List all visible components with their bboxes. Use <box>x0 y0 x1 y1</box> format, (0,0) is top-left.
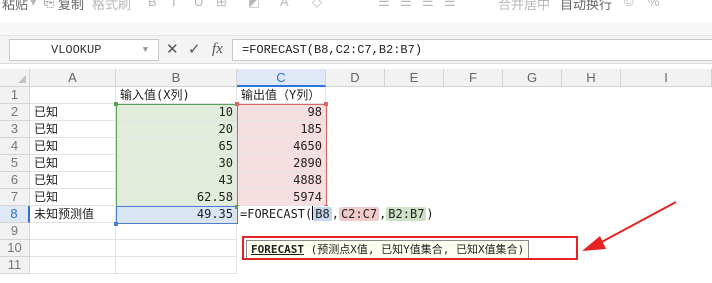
row-header-11[interactable]: 11 <box>0 257 30 274</box>
cell-b1[interactable]: 输入值(X列) <box>116 87 237 104</box>
cell-a4[interactable]: 已知 <box>30 138 116 155</box>
merge-center-button[interactable]: 合并居中 <box>498 0 550 13</box>
column-header-g[interactable]: G <box>503 69 562 87</box>
cell-c3[interactable]: 185 <box>237 121 326 138</box>
cell-b7[interactable]: 62.58 <box>116 189 237 206</box>
cell-c8-editor[interactable]: =FORECAST(B8, C2:C7, B2:B7) <box>238 206 436 223</box>
fill-color-icon[interactable]: ◩ <box>248 0 260 10</box>
cell-c6[interactable]: 4888 <box>237 172 326 189</box>
range-handle[interactable] <box>235 102 239 106</box>
cell-c1[interactable]: 输出值（Y列） <box>237 87 326 104</box>
row-header-8[interactable]: 8 <box>0 206 30 223</box>
cell-b2[interactable]: 10 <box>116 104 237 121</box>
font-color-icon[interactable]: A <box>280 0 289 9</box>
row-header-5[interactable]: 5 <box>0 155 30 172</box>
cell-b4[interactable]: 65 <box>116 138 237 155</box>
cell-a3[interactable]: 已知 <box>30 121 116 138</box>
spreadsheet-grid: A B C D E F G H I 1 2 3 4 5 6 7 8 9 10 1… <box>0 69 712 283</box>
cell-b5[interactable]: 30 <box>116 155 237 172</box>
align-center-icon[interactable]: ☰ <box>400 0 412 10</box>
formula-input[interactable]: =FORECAST(B8,C2:C7,B2:B7) <box>232 39 712 61</box>
copy-icon[interactable]: ⎘ <box>44 0 54 10</box>
name-box[interactable]: VLOOKUP ▼ <box>9 39 159 61</box>
format-painter-button[interactable]: 格式刷 <box>92 0 131 13</box>
cell-a11[interactable] <box>30 257 116 274</box>
bold-icon[interactable]: B <box>148 0 157 9</box>
cell-c5[interactable]: 2890 <box>237 155 326 172</box>
select-all-icon <box>18 75 26 83</box>
currency-icon[interactable]: © <box>624 0 634 9</box>
column-header-c[interactable]: C <box>237 69 326 87</box>
underline-icon[interactable]: U <box>194 0 203 9</box>
cell-a2[interactable]: 已知 <box>30 104 116 121</box>
cell-b11[interactable] <box>116 257 237 274</box>
align-left-icon[interactable]: ☰ <box>378 0 390 10</box>
range-handle[interactable] <box>114 222 118 226</box>
callout-box <box>242 236 578 260</box>
fx-icon[interactable]: fx <box>212 41 223 58</box>
row-header-2[interactable]: 2 <box>0 104 30 121</box>
row-header-3[interactable]: 3 <box>0 121 30 138</box>
copy-button[interactable]: 复制 <box>58 0 84 13</box>
cell-c4[interactable]: 4650 <box>237 138 326 155</box>
paste-dropdown-icon[interactable]: ▾ <box>30 0 37 10</box>
percent-button[interactable]: % <box>648 0 660 9</box>
border-icon[interactable]: ⊞ <box>216 0 227 10</box>
cell-b3[interactable]: 20 <box>116 121 237 138</box>
editor-separator: , <box>331 207 339 221</box>
justify-icon[interactable]: ☰ <box>444 0 456 10</box>
cell-a5[interactable]: 已知 <box>30 155 116 172</box>
cell-a1[interactable] <box>30 87 116 104</box>
name-box-value: VLOOKUP <box>51 43 102 57</box>
column-header-b[interactable]: B <box>116 69 237 87</box>
range-handle[interactable] <box>324 102 328 106</box>
paste-button[interactable]: 粘贴 <box>2 0 28 13</box>
ribbon-toolbar: 粘贴 ▾ ⎘ 复制 格式刷 B I U ⊞ ◩ A ◇ ☰ ☰ ☰ ☰ 合并居中… <box>0 0 712 22</box>
cell-a8[interactable]: 未知预测值 <box>30 206 116 223</box>
editor-ref-target: B8 <box>313 207 332 221</box>
cell-b8[interactable]: 49.35 <box>116 206 237 223</box>
clear-format-icon[interactable]: ◇ <box>312 0 322 10</box>
column-header-d[interactable]: D <box>326 69 385 87</box>
cell-b9[interactable] <box>116 223 237 240</box>
column-header-a[interactable]: A <box>30 69 116 87</box>
column-header-e[interactable]: E <box>385 69 444 87</box>
cell-a7[interactable]: 已知 <box>30 189 116 206</box>
cell-b10[interactable] <box>116 240 237 257</box>
editor-suffix: ) <box>426 207 434 221</box>
wrap-text-button[interactable]: 自动换行 <box>560 0 612 13</box>
align-right-icon[interactable]: ☰ <box>422 0 434 10</box>
row-header-7[interactable]: 7 <box>0 189 30 206</box>
range-handle[interactable] <box>114 102 118 106</box>
cell-b6[interactable]: 43 <box>116 172 237 189</box>
close-icon[interactable]: ✕ <box>166 42 179 58</box>
chevron-down-icon[interactable]: ▼ <box>143 40 148 60</box>
column-header-i[interactable]: I <box>621 69 712 87</box>
italic-icon[interactable]: I <box>172 0 176 9</box>
ribbon-separator <box>0 22 712 36</box>
editor-ref-known-y: C2:C7 <box>338 207 380 221</box>
row-header-10[interactable]: 10 <box>0 240 30 257</box>
row-header-1[interactable]: 1 <box>0 87 30 104</box>
formula-bar: VLOOKUP ▼ ✕ ✓ fx =FORECAST(B8,C2:C7,B2:B… <box>0 36 712 64</box>
row-header-9[interactable]: 9 <box>0 223 30 240</box>
select-all-button[interactable] <box>0 69 30 87</box>
cell-c2[interactable]: 98 <box>237 104 326 121</box>
column-header-h[interactable]: H <box>562 69 621 87</box>
editor-ref-known-x: B2:B7 <box>386 207 427 221</box>
check-icon[interactable]: ✓ <box>188 42 201 58</box>
cell-a9[interactable] <box>30 223 116 240</box>
cell-a10[interactable] <box>30 240 116 257</box>
cell-a6[interactable]: 已知 <box>30 172 116 189</box>
editor-prefix: =FORECAST( <box>240 207 313 221</box>
row-header-6[interactable]: 6 <box>0 172 30 189</box>
row-header-4[interactable]: 4 <box>0 138 30 155</box>
cell-c7[interactable]: 5974 <box>237 189 326 206</box>
column-header-f[interactable]: F <box>444 69 503 87</box>
